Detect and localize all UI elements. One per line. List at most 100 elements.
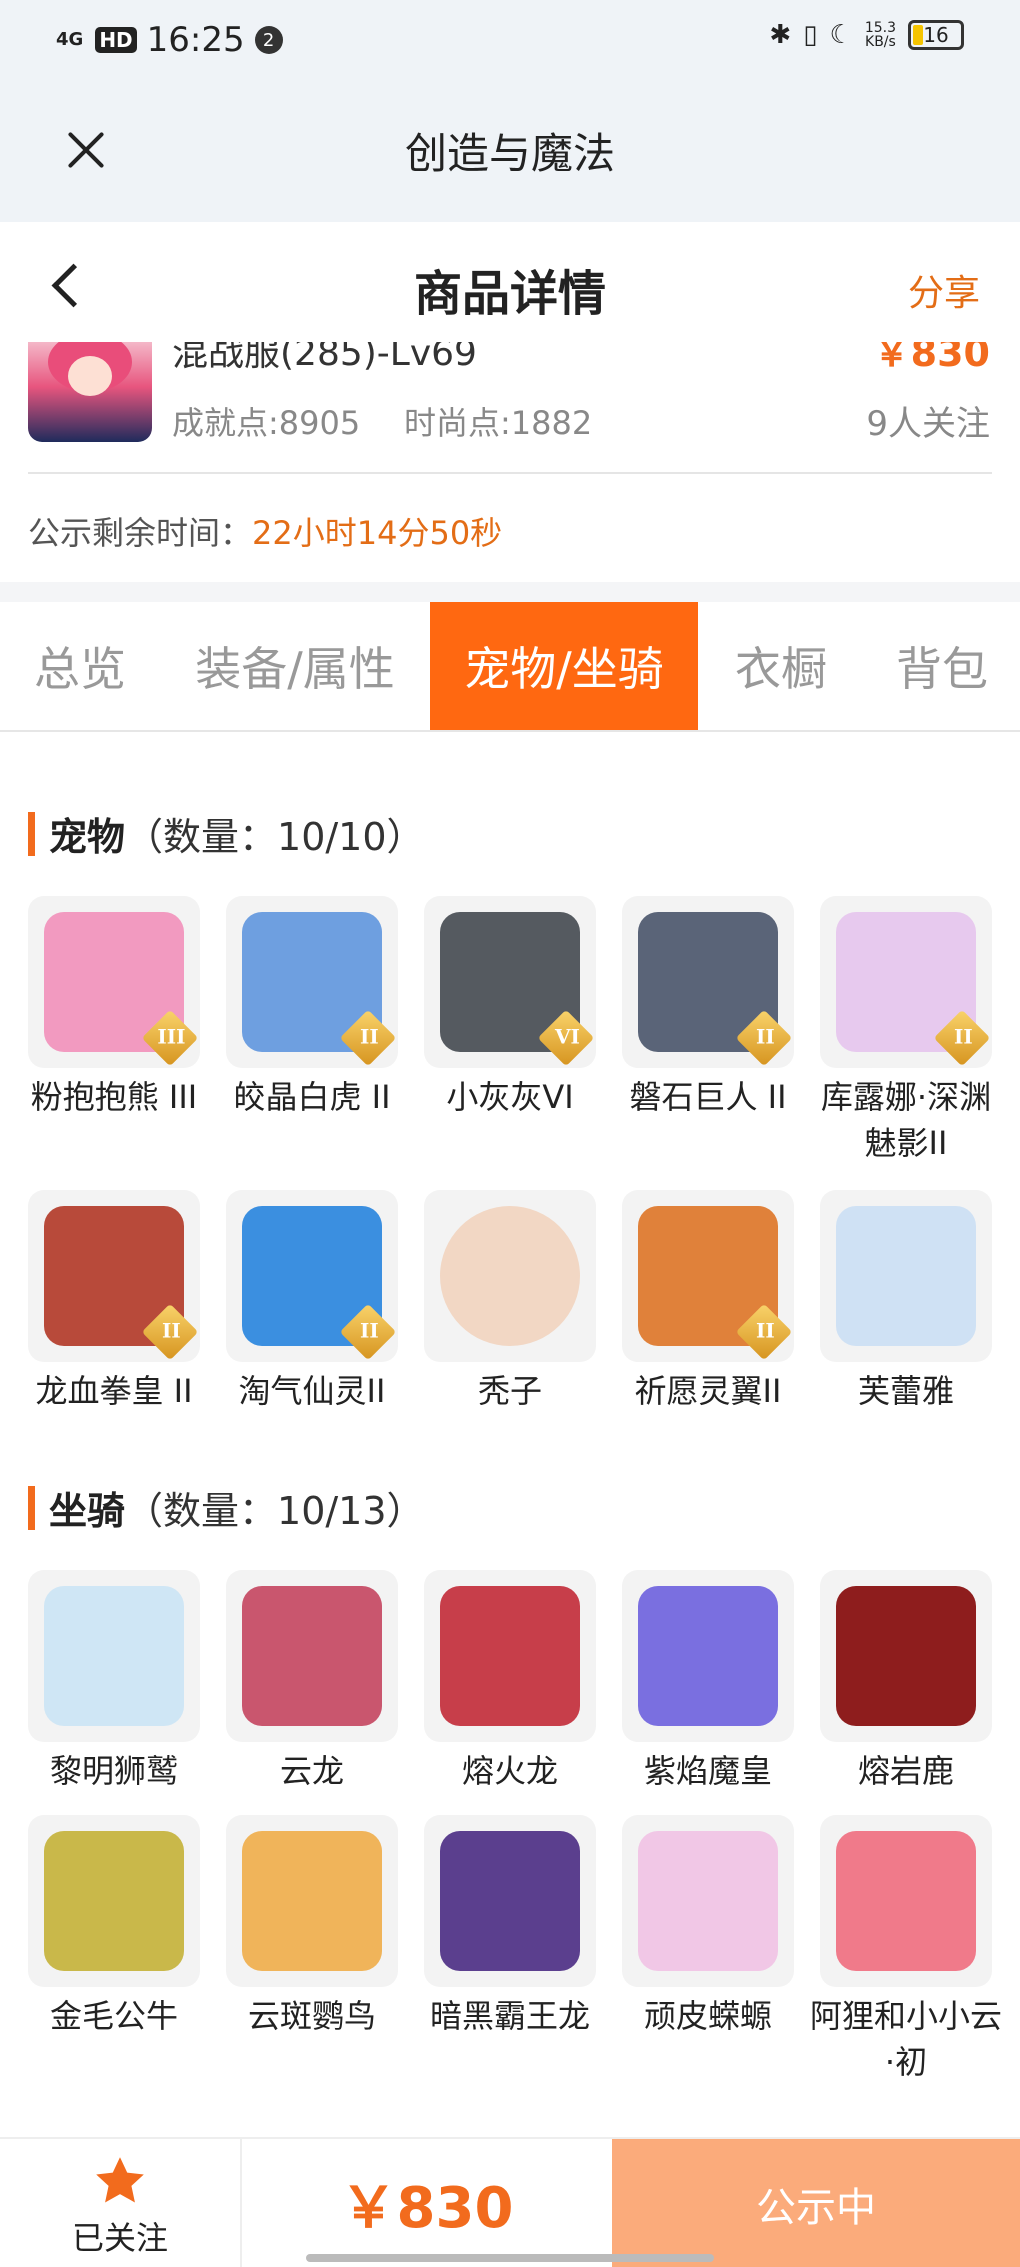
tab-bar: 总览 装备/属性 宠物/坐骑 衣橱 背包 (0, 602, 1020, 732)
network-indicator: 4G (56, 29, 84, 50)
mount-item[interactable]: 熔岩鹿 (820, 1570, 992, 1794)
follow-button[interactable]: 已关注 (0, 2139, 242, 2267)
mount-image (836, 1831, 976, 1971)
status-time: 16:25 (146, 20, 245, 60)
mount-image (44, 1831, 184, 1971)
pet-name: 库露娜·深渊魅影II (820, 1078, 992, 1162)
mount-image (440, 1831, 580, 1971)
battery-fill (913, 25, 923, 45)
hd-indicator: HD (95, 27, 137, 53)
pet-thumbnail (820, 1190, 992, 1362)
pet-item[interactable]: II 库露娜·深渊魅影II (820, 896, 992, 1166)
speed-unit: KB/s (865, 34, 896, 50)
product-name: 混战服(285)-Lv69 (172, 342, 477, 374)
section-spacer (0, 582, 1020, 602)
tab-pets-mounts[interactable]: 宠物/坐骑 (430, 602, 698, 730)
tab-overview[interactable]: 总览 (0, 602, 160, 730)
publicity-button[interactable]: 公示中 (612, 2139, 1020, 2267)
pet-item[interactable]: II 磐石巨人 II (622, 896, 794, 1120)
mount-thumbnail (226, 1570, 398, 1742)
mount-item[interactable]: 阿狸和小小云·初 (810, 1815, 1002, 2085)
home-indicator[interactable] (306, 2254, 714, 2262)
pet-image (836, 1206, 976, 1346)
pets-title: 宠物 (49, 815, 126, 859)
mount-name: 顽皮蝾螈 (643, 1997, 772, 2035)
pet-item[interactable]: II 皎晶白虎 II (226, 896, 398, 1120)
moon-icon: ☾ (829, 20, 853, 50)
mounts-count: （数量：10/13） (125, 1489, 425, 1533)
battery-icon: 16 (908, 20, 964, 50)
mount-name: 云斑鹦鸟 (247, 1997, 376, 2035)
pet-item[interactable]: II 祈愿灵翼II (622, 1190, 794, 1414)
tab-backpack[interactable]: 背包 (864, 602, 1020, 730)
mount-item[interactable]: 顽皮蝾螈 (622, 1815, 794, 2039)
pet-item[interactable]: 芙蕾雅 (820, 1190, 992, 1414)
mount-name: 金毛公牛 (49, 1997, 178, 2035)
mount-thumbnail (28, 1815, 200, 1987)
battery-level: 16 (923, 23, 949, 47)
badge-text: II (954, 1024, 973, 1049)
status-icons: ✱ ▯ ☾ 15.3 KB/s 16 (769, 20, 964, 50)
mount-image (836, 1586, 976, 1726)
mount-thumbnail (622, 1570, 794, 1742)
pet-item[interactable]: VI 小灰灰VI (424, 896, 596, 1120)
pet-item[interactable]: 秃子 (424, 1190, 596, 1414)
share-button[interactable]: 分享 (908, 264, 980, 316)
mounts-title: 坐骑 (49, 1489, 126, 1533)
tab-equipment[interactable]: 装备/属性 (170, 602, 420, 730)
pet-name: 皎晶白虎 II (233, 1078, 391, 1116)
pet-name: 龙血拳皇 II (35, 1372, 193, 1410)
mount-item[interactable]: 云龙 (226, 1570, 398, 1794)
mount-thumbnail (424, 1570, 596, 1742)
status-bar: 4G HD 16:25 2 ✱ ▯ ☾ 15.3 KB/s 16 (0, 0, 1020, 80)
mount-image (638, 1586, 778, 1726)
badge-text: III (157, 1024, 186, 1049)
pet-thumbnail: II (622, 1190, 794, 1362)
pet-item[interactable]: III 粉抱抱熊 III (28, 896, 200, 1120)
notification-count: 2 (254, 26, 283, 54)
pet-name: 粉抱抱熊 III (30, 1078, 198, 1116)
mount-item[interactable]: 黎明狮鹫 (28, 1570, 200, 1794)
pet-item[interactable]: II 淘气仙灵II (226, 1190, 398, 1414)
achievement-points: 成就点:8905 (172, 404, 361, 442)
mount-image (638, 1831, 778, 1971)
badge-text: II (756, 1318, 775, 1343)
mount-item[interactable]: 金毛公牛 (28, 1815, 200, 2039)
fashion-points: 时尚点:1882 (404, 404, 593, 442)
mount-item[interactable]: 云斑鹦鸟 (226, 1815, 398, 2039)
avatar-face (68, 356, 112, 396)
bottom-price: ￥830 (340, 2175, 514, 2241)
mount-name: 暗黑霸王龙 (429, 1997, 590, 2035)
pet-image (440, 1206, 580, 1346)
pet-name: 秃子 (477, 1372, 542, 1410)
mount-thumbnail (820, 1815, 992, 1987)
pet-thumbnail: III (28, 896, 200, 1068)
pet-name: 芙蕾雅 (857, 1372, 954, 1410)
pets-count: （数量：10/10） (125, 815, 425, 859)
star-icon (96, 2157, 144, 2203)
tab-wardrobe[interactable]: 衣橱 (708, 602, 854, 730)
badge-text: II (162, 1318, 181, 1343)
page-title: 商品详情 (413, 266, 606, 322)
pet-thumbnail: II (226, 1190, 398, 1362)
pet-name: 祈愿灵翼II (634, 1372, 782, 1410)
mount-name: 紫焰魔皇 (643, 1752, 772, 1790)
mount-item[interactable]: 暗黑霸王龙 (424, 1815, 596, 2039)
divider (28, 472, 992, 474)
pet-thumbnail: II (28, 1190, 200, 1362)
pet-thumbnail: II (226, 896, 398, 1068)
mount-image (242, 1831, 382, 1971)
product-summary: 混战服(285)-Lv69 ￥830 成就点:8905 时尚点:1882 9人关… (0, 342, 1020, 582)
bluetooth-icon: ✱ (769, 20, 792, 50)
pet-item[interactable]: II 龙血拳皇 II (28, 1190, 200, 1414)
product-price: ￥830 (872, 342, 990, 375)
mount-item[interactable]: 熔火龙 (424, 1570, 596, 1794)
mount-item[interactable]: 紫焰魔皇 (622, 1570, 794, 1794)
watcher-count: 9人关注 (866, 404, 990, 444)
follow-label: 已关注 (71, 2219, 168, 2257)
app-header: 创造与魔法 (0, 80, 1020, 222)
pet-thumbnail (424, 1190, 596, 1362)
mount-name: 黎明狮鹫 (49, 1752, 178, 1790)
mount-image (242, 1586, 382, 1726)
section-accent (28, 1485, 35, 1530)
